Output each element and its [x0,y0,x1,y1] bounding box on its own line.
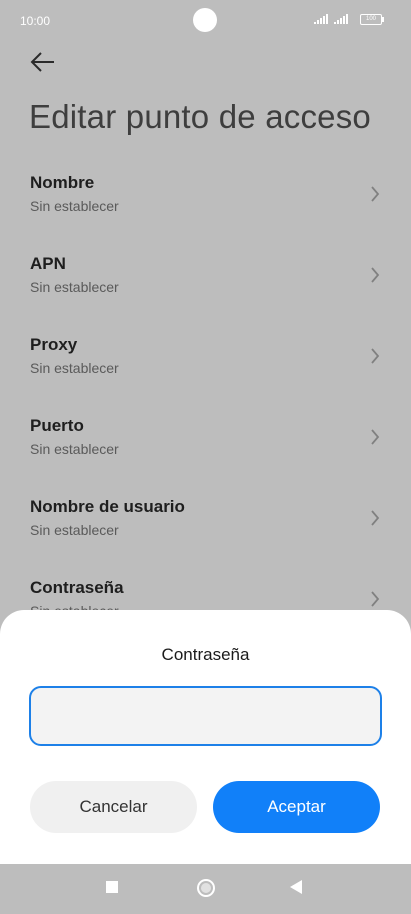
chevron-right-icon [371,429,380,445]
page-title: Editar punto de acceso [29,98,371,135]
signal-icon [314,14,352,24]
cancel-button[interactable]: Cancelar [30,781,197,833]
item-value: Sin establecer [30,279,119,295]
navigation-bar [0,864,411,914]
password-dialog: Contraseña Cancelar Aceptar [0,610,411,864]
list-item-apn[interactable]: APN Sin establecer [0,243,411,324]
password-input[interactable] [29,686,382,746]
item-title: Contraseña [30,578,124,597]
item-value: Sin establecer [30,522,119,538]
item-title: Nombre [30,173,95,192]
signal-bars-icon [314,14,348,24]
item-value: Sin establecer [30,360,119,376]
item-value: Sin establecer [30,441,119,457]
chevron-right-icon [371,348,380,364]
list-item-puerto[interactable]: Puerto Sin establecer [0,405,411,486]
recents-button[interactable] [106,881,118,893]
accept-button[interactable]: Aceptar [213,781,380,833]
item-title: APN [30,254,66,273]
list-item-nombre-de-usuario[interactable]: Nombre de usuario Sin establecer [0,486,411,567]
apn-settings-list: Nombre Sin establecer APN Sin establecer… [0,162,411,648]
status-time: 10:00 [20,14,51,28]
arrow-left-icon [30,52,54,72]
status-bar: 10:00 100 [0,0,411,40]
home-button[interactable] [197,879,215,897]
dialog-title: Contraseña [161,645,250,664]
item-value: Sin establecer [30,198,119,214]
camera-cutout [193,8,217,32]
back-button[interactable] [28,48,60,76]
chevron-right-icon [371,267,380,283]
item-title: Puerto [30,416,84,435]
chevron-right-icon [371,186,380,202]
chevron-right-icon [371,591,380,607]
list-item-nombre[interactable]: Nombre Sin establecer [0,162,411,243]
nav-back-button[interactable] [290,880,302,894]
item-title: Proxy [30,335,78,354]
battery-icon: 100 [360,14,384,25]
chevron-right-icon [371,510,380,526]
list-item-proxy[interactable]: Proxy Sin establecer [0,324,411,405]
item-title: Nombre de usuario [30,497,185,516]
screen: 10:00 100 Editar punto de acceso Nombre … [0,0,411,914]
